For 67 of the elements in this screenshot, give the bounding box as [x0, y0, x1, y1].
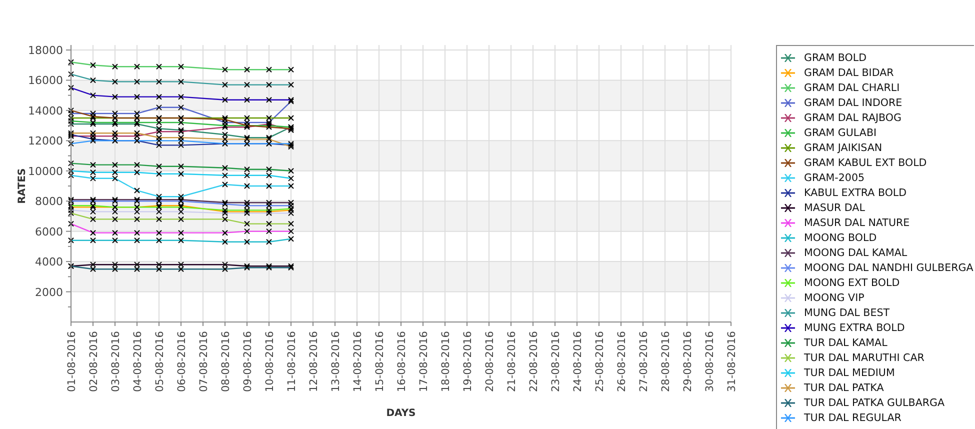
legend-label: TUR DAL MEDIUM	[804, 366, 895, 378]
x-tick-label: 02-08-2016	[88, 331, 100, 392]
legend-label: GRAM KABUL EXT BOLD	[804, 156, 927, 168]
legend-label: GRAM DAL BIDAR	[804, 66, 894, 78]
x-tick-label: 14-08-2016	[352, 331, 364, 392]
x-tick-label: 17-08-2016	[418, 331, 430, 392]
y-tick-label: 2000	[35, 286, 63, 299]
y-tick-label: 18000	[28, 44, 63, 57]
x-tick-label: 29-08-2016	[682, 331, 694, 392]
legend-label: MASUR DAL	[804, 202, 865, 214]
y-tick-label: 12000	[28, 134, 63, 148]
x-tick-label: 28-08-2016	[660, 331, 672, 392]
x-tick-label: 24-08-2016	[572, 331, 584, 392]
y-tick-label: 14000	[28, 104, 63, 118]
y-axis-title: RATES	[17, 168, 28, 204]
x-tick-label: 09-08-2016	[242, 331, 254, 392]
x-tick-label: 05-08-2016	[154, 331, 166, 392]
legend-label: MUNG DAL BEST	[804, 306, 890, 318]
x-tick-label: 10-08-2016	[264, 331, 276, 392]
legend-label: GRAM DAL RAJBOG	[804, 112, 902, 124]
x-tick-label: 07-08-2016	[198, 331, 210, 392]
legend-label: GRAM JAIKISAN	[804, 142, 882, 154]
y-tick-label: 4000	[35, 256, 63, 269]
x-tick-label: 22-08-2016	[528, 331, 540, 392]
legend-label: KABUL EXTRA BOLD	[804, 186, 907, 198]
legend-label: MOONG DAL NANDHI GULBERGA	[804, 262, 974, 274]
legend-label: GRAM BOLD	[804, 52, 867, 64]
x-tick-label: 31-08-2016	[726, 331, 738, 392]
x-tick-label: 08-08-2016	[220, 331, 232, 392]
x-tick-label: 11-08-2016	[286, 331, 298, 392]
legend-label: TUR DAL PATKA GULBARGA	[804, 396, 945, 408]
x-tick-label: 23-08-2016	[550, 331, 562, 392]
x-tick-label: 16-08-2016	[396, 331, 408, 392]
legend-label: MOONG BOLD	[804, 232, 877, 244]
legend-label: GRAM-2005	[804, 172, 865, 184]
x-tick-label: 30-08-2016	[704, 331, 716, 392]
x-tick-label: 04-08-2016	[132, 331, 144, 392]
x-tick-label: 27-08-2016	[638, 331, 650, 392]
x-tick-label: 26-08-2016	[616, 331, 628, 392]
x-tick-label: 21-08-2016	[506, 331, 518, 392]
legend-label: MOONG DAL KAMAL	[804, 246, 908, 258]
x-axis-title: DAYS	[386, 408, 416, 419]
y-tick-label: 8000	[35, 195, 63, 208]
x-tick-label: 20-08-2016	[484, 331, 496, 392]
x-tick-label: 13-08-2016	[330, 331, 342, 392]
x-tick-label: 12-08-2016	[308, 331, 320, 392]
legend-label: TUR DAL KAMAL	[804, 336, 888, 348]
y-tick-label: 16000	[28, 74, 63, 88]
x-tick-label: 19-08-2016	[462, 331, 474, 392]
x-tick-label: 03-08-2016	[110, 331, 122, 392]
legend-label: TUR DAL REGULAR	[804, 412, 902, 424]
legend-label: MOONG VIP	[804, 292, 864, 304]
legend-label: MUNG EXTRA BOLD	[804, 322, 905, 334]
x-tick-label: 25-08-2016	[594, 331, 606, 392]
legend-label: GRAM GULABI	[804, 126, 877, 138]
legend-label: TUR DAL MARUTHI CAR	[804, 352, 924, 364]
legend-label: MASUR DAL NATURE	[804, 216, 910, 228]
x-tick-label: 18-08-2016	[440, 331, 452, 392]
legend-label: GRAM DAL CHARLI	[804, 82, 900, 94]
x-tick-label: 15-08-2016	[374, 331, 386, 392]
y-tick-label: 10000	[28, 164, 63, 178]
x-tick-label: 01-08-2016	[66, 331, 78, 392]
legend-label: MOONG EXT BOLD	[804, 276, 900, 288]
legend-label: TUR DAL PATKA	[804, 382, 884, 394]
legend-label: GRAM DAL INDORE	[804, 96, 902, 108]
y-tick-label: 6000	[35, 225, 63, 238]
x-tick-label: 06-08-2016	[176, 331, 188, 392]
